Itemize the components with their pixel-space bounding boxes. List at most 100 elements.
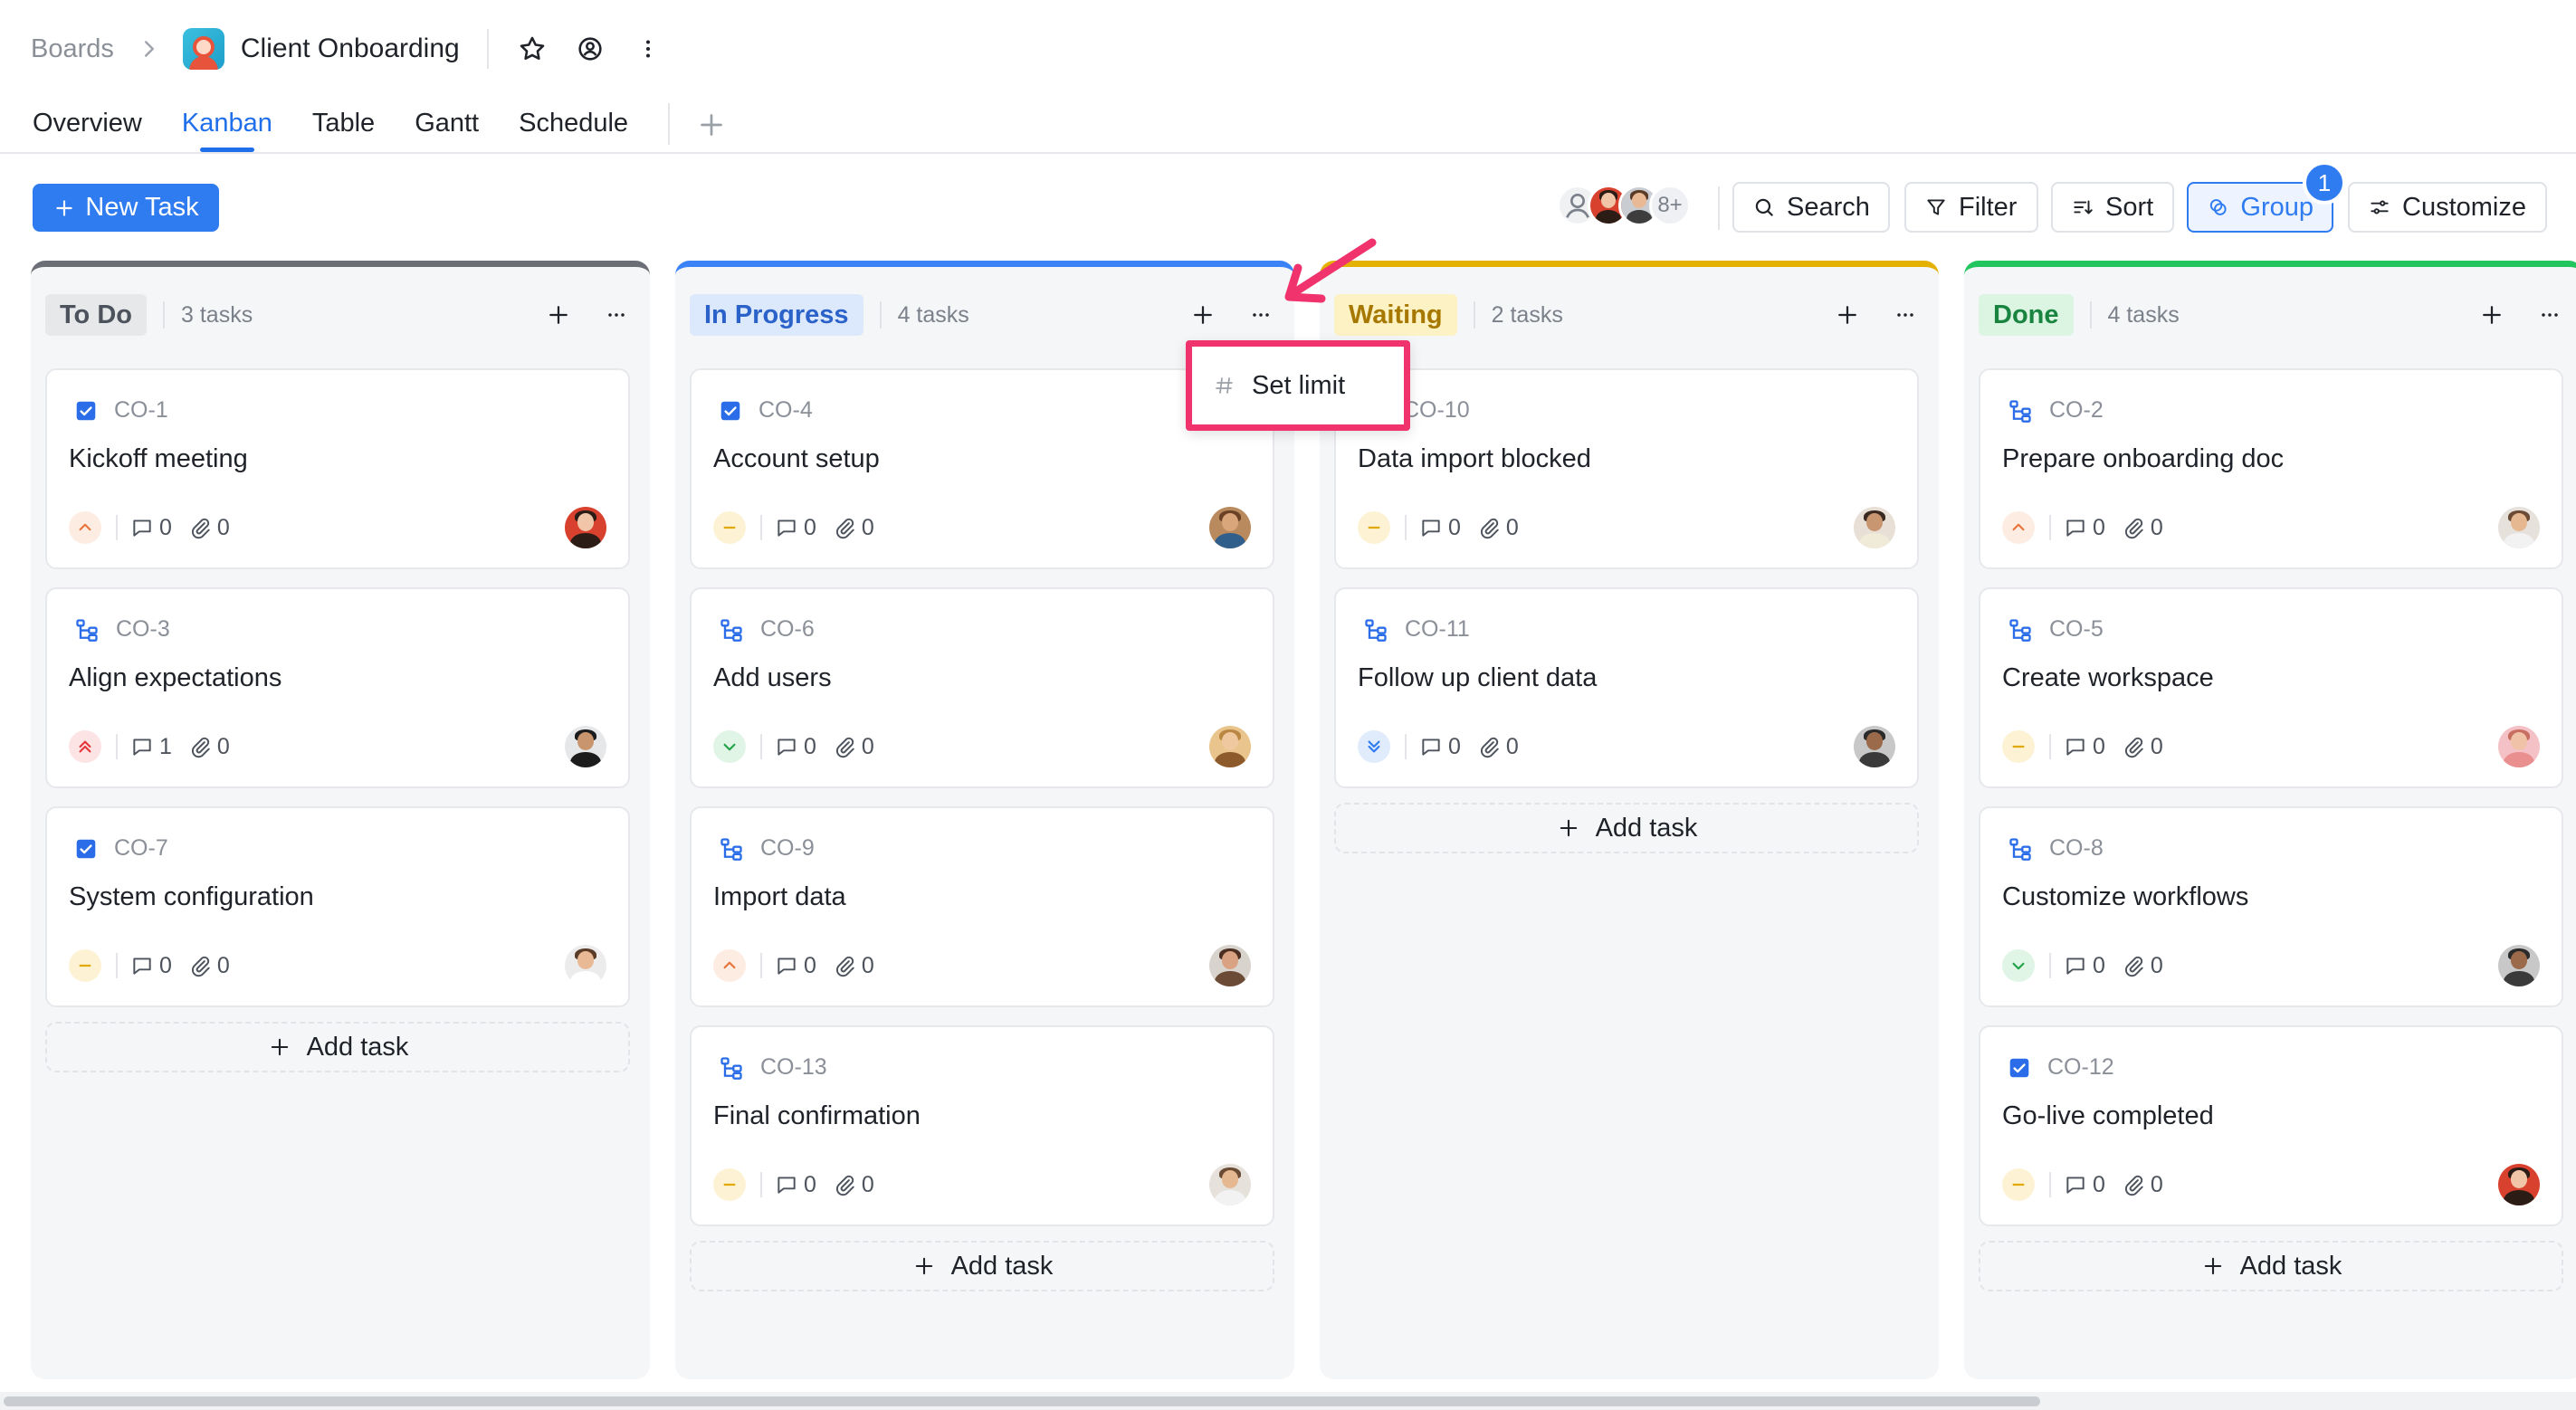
attachment-count[interactable]: 0: [188, 734, 230, 760]
add-task-button[interactable]: Add task: [1334, 803, 1919, 853]
attachment-count[interactable]: 0: [2122, 734, 2163, 760]
attachment-count[interactable]: 0: [2122, 515, 2163, 541]
assignee-avatar[interactable]: [2498, 507, 2540, 548]
assignee-avatar[interactable]: [1209, 507, 1251, 548]
comment-count[interactable]: 0: [1419, 515, 1461, 541]
task-title[interactable]: Account setup: [713, 444, 880, 474]
task-card[interactable]: CO-10 Data import blocked 0 0: [1334, 368, 1919, 569]
more-horizontal-icon[interactable]: [1890, 300, 1921, 330]
task-card[interactable]: CO-12 Go-live completed 0 0: [1979, 1025, 2563, 1226]
assignee-avatar[interactable]: [1209, 726, 1251, 767]
member-avatars[interactable]: 8+: [1557, 185, 1691, 232]
task-title[interactable]: System configuration: [69, 882, 314, 912]
column-title[interactable]: Done: [1979, 294, 2074, 336]
scrollbar-thumb[interactable]: [4, 1396, 2040, 1406]
assignee-avatar[interactable]: [1209, 1164, 1251, 1205]
task-title[interactable]: Customize workflows: [2002, 882, 2248, 912]
tab-table[interactable]: Table: [312, 98, 375, 152]
comment-count[interactable]: 0: [775, 734, 816, 760]
new-task-button[interactable]: New Task: [33, 184, 219, 232]
comment-count[interactable]: 0: [130, 953, 172, 979]
priority-lowest-icon[interactable]: [1358, 730, 1390, 763]
attachment-count[interactable]: 0: [1477, 734, 1519, 760]
add-card-icon[interactable]: [1188, 300, 1218, 330]
attachment-count[interactable]: 0: [188, 953, 230, 979]
attachment-count[interactable]: 0: [833, 734, 874, 760]
priority-low-icon[interactable]: [713, 730, 746, 763]
sort-button[interactable]: Sort: [2051, 182, 2174, 233]
add-task-button[interactable]: Add task: [690, 1241, 1274, 1291]
priority-high-icon[interactable]: [2002, 511, 2035, 544]
attachment-count[interactable]: 0: [833, 515, 874, 541]
comment-count[interactable]: 0: [130, 515, 172, 541]
task-card[interactable]: CO-3 Align expectations 1 0: [45, 587, 630, 788]
priority-low-icon[interactable]: [2002, 949, 2035, 982]
priority-medium-icon[interactable]: [713, 1168, 746, 1201]
task-title[interactable]: Follow up client data: [1358, 663, 1597, 693]
board-title[interactable]: Client Onboarding: [241, 33, 460, 64]
tab-kanban[interactable]: Kanban: [182, 98, 272, 152]
task-title[interactable]: Kickoff meeting: [69, 444, 248, 474]
more-horizontal-icon[interactable]: [2534, 300, 2565, 330]
attachment-count[interactable]: 0: [188, 515, 230, 541]
task-title[interactable]: Import data: [713, 882, 846, 912]
add-task-button[interactable]: Add task: [45, 1022, 630, 1072]
add-card-icon[interactable]: [2476, 300, 2507, 330]
customize-button[interactable]: Customize: [2348, 182, 2547, 233]
watch-settings-icon[interactable]: [574, 33, 606, 65]
tab-schedule[interactable]: Schedule: [519, 98, 628, 152]
tab-gantt[interactable]: Gantt: [415, 98, 479, 152]
priority-high-icon[interactable]: [713, 949, 746, 982]
task-title[interactable]: Add users: [713, 663, 832, 693]
assignee-avatar[interactable]: [2498, 726, 2540, 767]
assignee-avatar[interactable]: [1854, 507, 1895, 548]
attachment-count[interactable]: 0: [833, 1172, 874, 1198]
attachment-count[interactable]: 0: [1477, 515, 1519, 541]
priority-high-icon[interactable]: [69, 511, 101, 544]
assignee-avatar[interactable]: [2498, 945, 2540, 986]
attachment-count[interactable]: 0: [833, 953, 874, 979]
attachment-count[interactable]: 0: [2122, 953, 2163, 979]
priority-medium-icon[interactable]: [2002, 1168, 2035, 1201]
task-card[interactable]: CO-7 System configuration 0 0: [45, 806, 630, 1007]
priority-medium-icon[interactable]: [2002, 730, 2035, 763]
comment-count[interactable]: 0: [775, 515, 816, 541]
horizontal-scrollbar[interactable]: [0, 1392, 2576, 1410]
task-card[interactable]: CO-8 Customize workflows 0 0: [1979, 806, 2563, 1007]
breadcrumb-boards[interactable]: Boards: [31, 34, 114, 64]
comment-count[interactable]: 0: [1419, 734, 1461, 760]
column-title[interactable]: To Do: [45, 294, 147, 336]
star-icon[interactable]: [516, 33, 549, 65]
column-title[interactable]: In Progress: [690, 294, 863, 336]
task-card[interactable]: CO-9 Import data 0 0: [690, 806, 1274, 1007]
add-card-icon[interactable]: [1832, 300, 1863, 330]
task-card[interactable]: CO-2 Prepare onboarding doc 0 0: [1979, 368, 2563, 569]
add-view-icon[interactable]: [695, 109, 728, 141]
comment-count[interactable]: 0: [2064, 734, 2105, 760]
assignee-avatar[interactable]: [1854, 726, 1895, 767]
search-button[interactable]: Search: [1732, 182, 1890, 233]
comment-count[interactable]: 0: [775, 1172, 816, 1198]
task-card[interactable]: CO-13 Final confirmation 0 0: [690, 1025, 1274, 1226]
assignee-avatar[interactable]: [1209, 945, 1251, 986]
comment-count[interactable]: 0: [2064, 1172, 2105, 1198]
comment-count[interactable]: 0: [775, 953, 816, 979]
task-title[interactable]: Create workspace: [2002, 663, 2214, 693]
task-card[interactable]: CO-5 Create workspace 0 0: [1979, 587, 2563, 788]
priority-medium-icon[interactable]: [713, 511, 746, 544]
comment-count[interactable]: 1: [130, 734, 172, 760]
task-title[interactable]: Final confirmation: [713, 1101, 921, 1131]
task-card[interactable]: CO-6 Add users 0 0: [690, 587, 1274, 788]
task-card[interactable]: CO-11 Follow up client data 0 0: [1334, 587, 1919, 788]
assignee-avatar[interactable]: [565, 945, 606, 986]
filter-button[interactable]: Filter: [1904, 182, 2038, 233]
set-limit-menu-item[interactable]: Set limit: [1252, 371, 1345, 401]
assignee-avatar[interactable]: [565, 726, 606, 767]
add-task-button[interactable]: Add task: [1979, 1241, 2563, 1291]
more-horizontal-icon[interactable]: [601, 300, 632, 330]
more-vertical-icon[interactable]: [632, 33, 664, 65]
tab-overview[interactable]: Overview: [33, 98, 142, 152]
comment-count[interactable]: 0: [2064, 515, 2105, 541]
task-title[interactable]: Data import blocked: [1358, 444, 1591, 474]
comment-count[interactable]: 0: [2064, 953, 2105, 979]
